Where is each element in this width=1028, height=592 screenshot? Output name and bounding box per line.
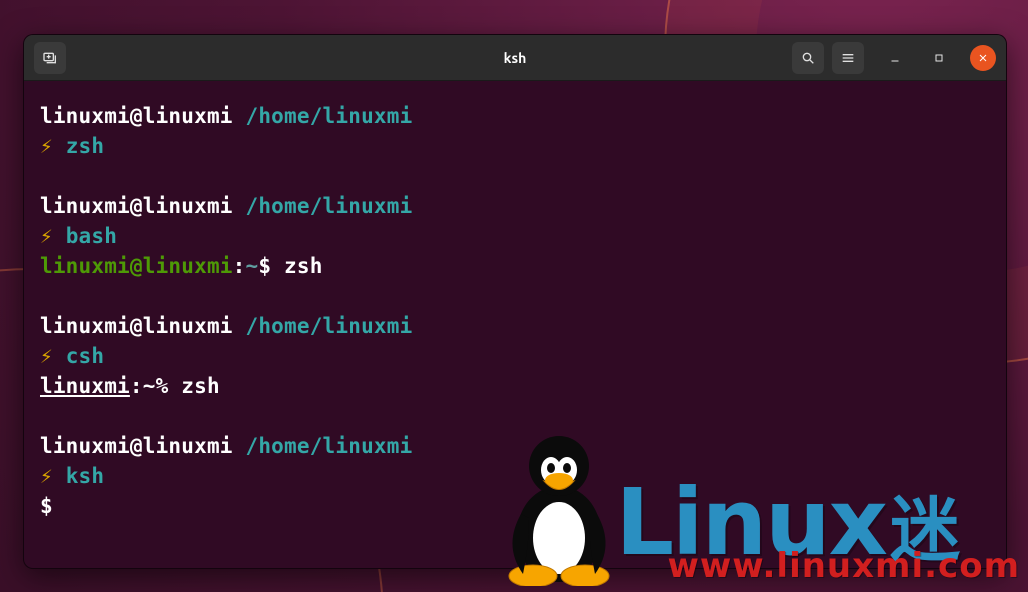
prompt-userhost: linuxmi@linuxmi: [40, 104, 233, 128]
maximize-button[interactable]: [926, 45, 952, 71]
maximize-icon: [933, 52, 945, 64]
ksh-prompt-symbol: $: [40, 494, 66, 518]
typed-command: zsh: [181, 374, 220, 398]
new-tab-button[interactable]: [34, 42, 66, 74]
hamburger-icon: [840, 50, 856, 66]
typed-command: ksh: [66, 464, 105, 488]
csh-prompt-host: linuxmi: [40, 374, 130, 398]
terminal-window: ksh linuxmi@linuxmi /home/linuxmi ⚡ zsh …: [23, 34, 1007, 569]
bolt-icon: ⚡: [40, 134, 53, 158]
search-icon: [800, 50, 816, 66]
terminal-body[interactable]: linuxmi@linuxmi /home/linuxmi ⚡ zsh linu…: [24, 81, 1006, 531]
prompt-userhost: linuxmi@linuxmi: [40, 194, 233, 218]
minimize-icon: [889, 52, 901, 64]
typed-command: csh: [66, 344, 105, 368]
csh-prompt-tail: :~%: [130, 374, 181, 398]
bolt-icon: ⚡: [40, 224, 53, 248]
close-button[interactable]: [970, 45, 996, 71]
prompt-userhost: linuxmi@linuxmi: [40, 434, 233, 458]
menu-button[interactable]: [832, 42, 864, 74]
bash-prompt-tilde: ~: [246, 254, 259, 278]
typed-command: zsh: [284, 254, 323, 278]
prompt-path: /home/linuxmi: [246, 104, 413, 128]
search-button[interactable]: [792, 42, 824, 74]
prompt-path: /home/linuxmi: [246, 194, 413, 218]
bash-prompt-symbol: $: [258, 254, 284, 278]
bolt-icon: ⚡: [40, 344, 53, 368]
minimize-button[interactable]: [882, 45, 908, 71]
typed-command: bash: [66, 224, 117, 248]
typed-command: zsh: [66, 134, 105, 158]
prompt-userhost: linuxmi@linuxmi: [40, 314, 233, 338]
window-title: ksh: [504, 50, 527, 66]
close-icon: [977, 52, 989, 64]
bolt-icon: ⚡: [40, 464, 53, 488]
bash-prompt-sep: :: [233, 254, 246, 278]
window-titlebar[interactable]: ksh: [24, 35, 1006, 81]
bash-prompt-userhost: linuxmi@linuxmi: [40, 254, 233, 278]
new-tab-icon: [42, 50, 58, 66]
prompt-path: /home/linuxmi: [246, 314, 413, 338]
prompt-path: /home/linuxmi: [246, 434, 413, 458]
